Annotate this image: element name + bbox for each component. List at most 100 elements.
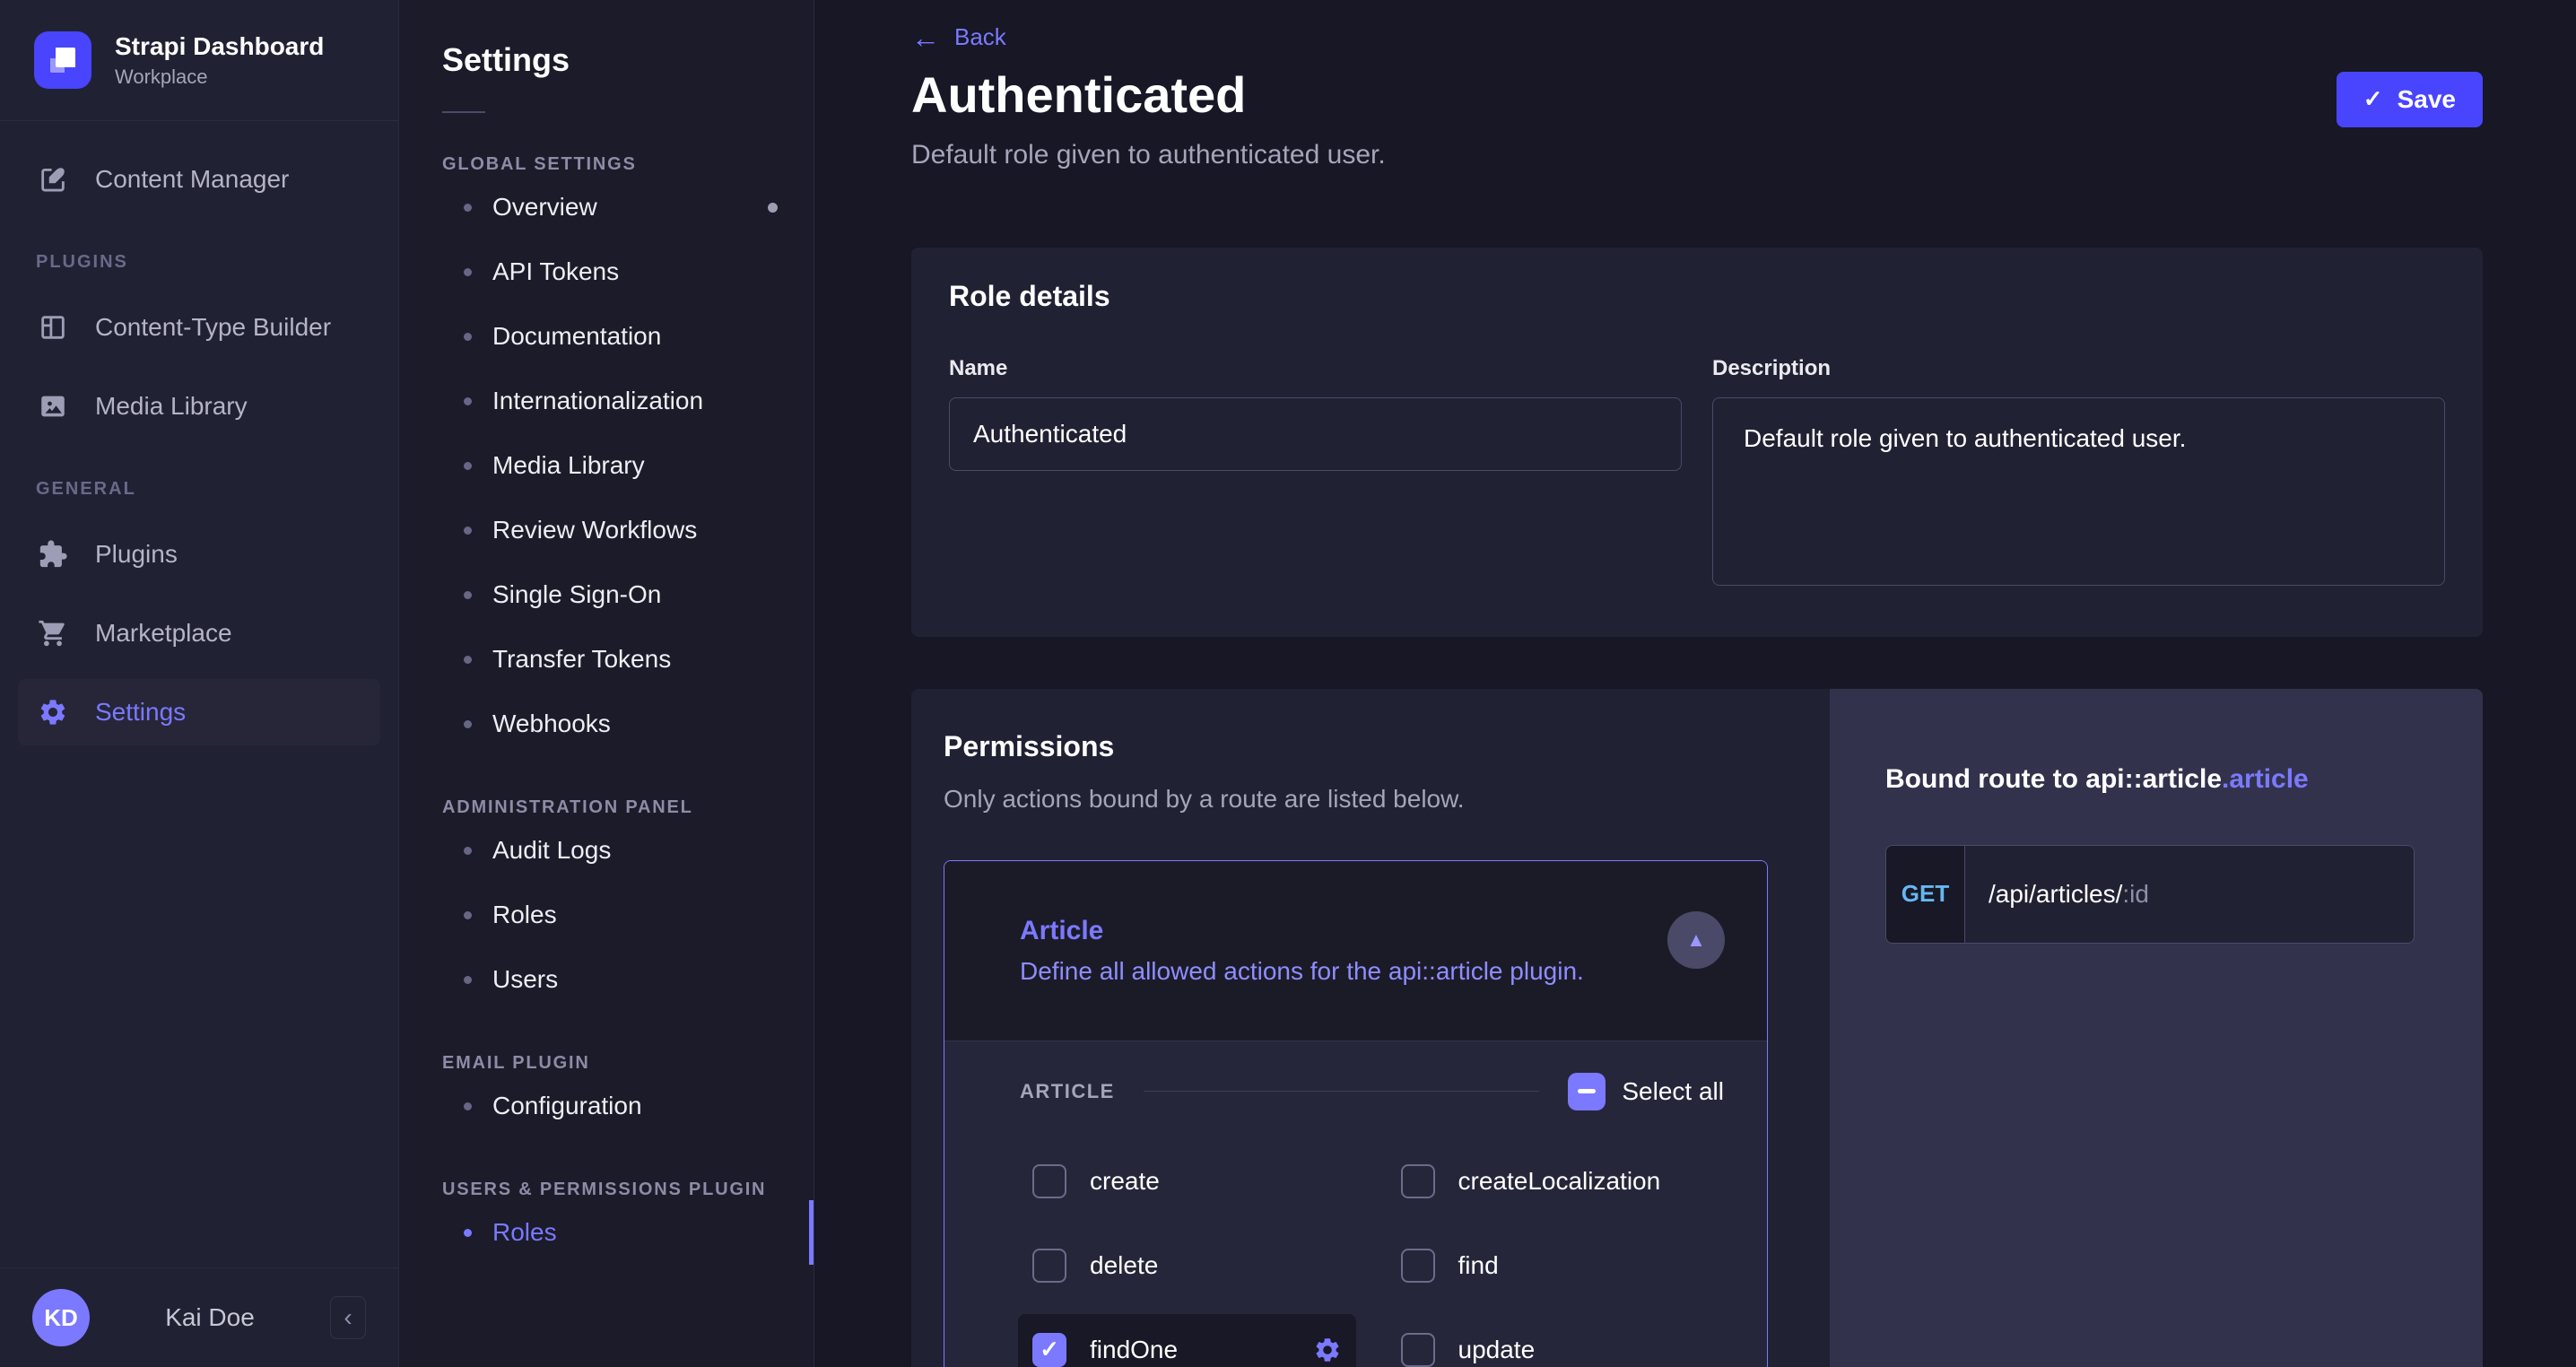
bullet-icon (464, 396, 472, 405)
subnav-item-administration-panel-audit-logs[interactable]: Audit Logs (399, 818, 814, 883)
bullet-icon (464, 1228, 472, 1237)
select-all-control[interactable]: Select all (1568, 1072, 1724, 1110)
permission-row-update[interactable]: update (1387, 1314, 1725, 1367)
permission-label: find (1458, 1250, 1499, 1279)
sidebar-item-marketplace[interactable]: Marketplace (18, 600, 380, 666)
sidebar-item-plugins[interactable]: Plugins (18, 521, 380, 588)
subnav-item-administration-panel-roles[interactable]: Roles (399, 883, 814, 947)
subnav-item-administration-panel-users[interactable]: Users (399, 947, 814, 1012)
article-accordion-body: ARTICLE Select all create createLocalizat… (944, 1040, 1767, 1367)
subnav-item-label: Documentation (492, 322, 662, 350)
permission-row-create[interactable]: create (1018, 1145, 1356, 1217)
settings-gear-icon[interactable] (1313, 1336, 1342, 1364)
permission-label: delete (1090, 1250, 1159, 1279)
subnav-item-email-plugin-configuration[interactable]: Configuration (399, 1074, 814, 1138)
bound-route-prefix: Bound route to (1885, 763, 2086, 794)
bullet-icon (464, 910, 472, 919)
subnav-item-global-settings-transfer-tokens[interactable]: Transfer Tokens (399, 627, 814, 692)
back-label: Back (954, 23, 1006, 50)
bullet-icon (464, 719, 472, 728)
group-divider (1143, 1091, 1540, 1092)
accordion-toggle-button[interactable]: ▲ (1667, 910, 1725, 969)
description-field-group: Description Default role given to authen… (1712, 356, 2445, 590)
select-all-label: Select all (1622, 1076, 1724, 1105)
subnav-item-global-settings-documentation[interactable]: Documentation (399, 304, 814, 369)
sidebar-item-label: Media Library (95, 392, 248, 420)
bound-route-panel: Bound route to api::article.article GET … (1830, 688, 2483, 1367)
back-arrow-icon: ← (911, 21, 940, 54)
permission-row-find[interactable]: find (1387, 1230, 1725, 1302)
bullet-icon (464, 655, 472, 664)
checkbox-create[interactable] (1032, 1163, 1066, 1198)
checkbox-createlocalization[interactable] (1400, 1163, 1435, 1198)
route-path-param: :id (2122, 879, 2149, 908)
name-input[interactable] (949, 396, 1682, 471)
sidebar-item-content-type-builder[interactable]: Content-Type Builder (18, 294, 380, 361)
back-link[interactable]: ← Back (911, 21, 1006, 54)
subnav-item-label: Overview (492, 193, 597, 221)
route-box: GET /api/articles/:id (1885, 844, 2415, 944)
subnav-section-label: ADMINISTRATION PANEL (442, 797, 693, 817)
collapse-sidebar-button[interactable]: ‹ (330, 1296, 366, 1339)
permission-label: createLocalization (1458, 1166, 1661, 1195)
subnav-item-label: Roles (492, 901, 557, 928)
permission-row-delete[interactable]: delete (1018, 1230, 1356, 1302)
permission-label: update (1458, 1335, 1536, 1363)
subnav-item-global-settings-internationalization[interactable]: Internationalization (399, 369, 814, 433)
subnav-item-label: API Tokens (492, 257, 620, 285)
subnav-item-label: Media Library (492, 451, 645, 479)
accordion-description: Define all allowed actions for the api::… (1020, 956, 1584, 985)
sidebar-item-content-manager[interactable]: Content Manager (18, 146, 380, 213)
save-button[interactable]: ✓ Save (2336, 71, 2483, 127)
subnav-item-label: Users (492, 965, 559, 993)
select-all-checkbox[interactable] (1568, 1072, 1606, 1110)
subnav-item-global-settings-media-library[interactable]: Media Library (399, 433, 814, 498)
checkbox-find[interactable] (1400, 1248, 1435, 1283)
workspace-subtitle: Workplace (115, 65, 208, 88)
bullet-icon (464, 846, 472, 855)
checkbox-delete[interactable] (1032, 1248, 1066, 1283)
route-method-badge: GET (1886, 845, 1965, 943)
nav-section-label-general: GENERAL (36, 479, 136, 499)
sidebar-item-media-library[interactable]: Media Library (18, 373, 380, 440)
bullet-icon (464, 332, 472, 341)
bullet-icon (464, 975, 472, 984)
subnav-item-global-settings-api-tokens[interactable]: API Tokens (399, 239, 814, 304)
workspace-switcher[interactable]: Strapi Dashboard Workplace (0, 0, 398, 121)
article-group-row: ARTICLE Select all (1020, 1072, 1724, 1110)
article-accordion: Article Define all allowed actions for t… (944, 859, 1768, 1367)
subnav-item-label: Roles (492, 1218, 557, 1246)
subnav-item-global-settings-webhooks[interactable]: Webhooks (399, 692, 814, 756)
subnav-item-users-permissions-plugin-roles[interactable]: Roles (399, 1200, 814, 1265)
permissions-title: Permissions (944, 729, 1115, 762)
save-label: Save (2397, 84, 2456, 113)
article-accordion-header[interactable]: Article Define all allowed actions for t… (944, 860, 1767, 1040)
bullet-icon (464, 203, 472, 212)
route-path-main: /api/articles/ (1989, 879, 2123, 908)
workspace-info: Strapi Dashboard Workplace (115, 31, 324, 89)
name-field-group: Name (949, 356, 1682, 471)
bullet-icon (464, 267, 472, 276)
permissions-card: Permissions Only actions bound by a rout… (911, 688, 1830, 1367)
bullet-icon (464, 590, 472, 599)
chevron-up-icon: ▲ (1686, 927, 1706, 951)
subnav-item-global-settings-review-workflows[interactable]: Review Workflows (399, 498, 814, 562)
subnav-section-label: USERS & PERMISSIONS PLUGIN (442, 1180, 767, 1199)
subnav-item-label: Webhooks (492, 710, 611, 737)
permission-row-createlocalization[interactable]: createLocalization (1387, 1145, 1725, 1217)
subnav-item-global-settings-single-sign-on[interactable]: Single Sign-On (399, 562, 814, 627)
checkbox-findone[interactable]: ✓ (1032, 1332, 1066, 1367)
sidebar-item-settings[interactable]: Settings (18, 679, 380, 745)
description-textarea[interactable]: Default role given to authenticated user… (1712, 396, 2445, 586)
avatar[interactable]: KD (32, 1289, 90, 1346)
sidebar-item-label: Plugins (95, 540, 178, 568)
checkbox-update[interactable] (1400, 1332, 1435, 1367)
article-group-label: ARTICLE (1020, 1079, 1115, 1102)
nav-section-label-plugins: PLUGINS (36, 252, 128, 272)
puzzle-icon (38, 539, 68, 570)
permission-row-findone[interactable]: ✓ findOne (1018, 1313, 1356, 1367)
accordion-title: Article (1020, 915, 1104, 945)
route-path: /api/articles/:id (1965, 845, 2414, 943)
actions-grid: create createLocalization delete find ✓ findO… (1018, 1145, 1724, 1367)
subnav-item-global-settings-overview[interactable]: Overview (399, 175, 814, 239)
